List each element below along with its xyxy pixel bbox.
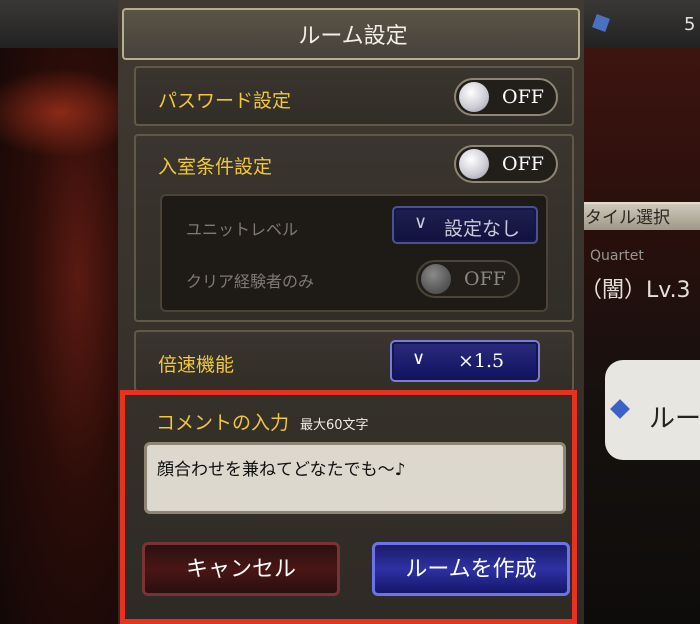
- tile-select-tab[interactable]: タイル選択: [575, 202, 700, 230]
- speed-value: ×1.5: [458, 350, 505, 372]
- comment-label: コメントの入力: [156, 412, 290, 434]
- toggle-state: OFF: [502, 86, 544, 108]
- toggle-state: OFF: [464, 268, 506, 290]
- comment-input[interactable]: 顔合わせを兼ねてどなたでも〜♪: [144, 442, 566, 514]
- clear-only-label: クリア経験者のみ: [186, 272, 315, 291]
- unit-level-value: 設定なし: [444, 218, 521, 240]
- create-room-button[interactable]: ルームを作成: [372, 542, 570, 596]
- password-setting-panel: パスワード設定 OFF: [134, 66, 574, 126]
- entry-conditions-subpanel: ユニットレベル ∨ 設定なし クリア経験者のみ OFF: [160, 194, 548, 312]
- comment-value: 顔合わせを兼ねてどなたでも〜♪: [157, 460, 406, 480]
- unit-level-select[interactable]: ∨ 設定なし: [392, 206, 538, 244]
- comment-limit: 最大60文字: [300, 418, 369, 433]
- password-setting-label: パスワード設定: [158, 90, 292, 112]
- quest-subtitle: Quartet: [590, 248, 644, 264]
- character-artwork: [0, 48, 140, 624]
- room-card-label: ルー: [649, 404, 700, 434]
- chevron-down-icon: ∨: [414, 212, 428, 233]
- dialog-title: ルーム設定: [298, 24, 408, 49]
- cancel-button[interactable]: キャンセル: [142, 542, 340, 596]
- entry-conditions-toggle[interactable]: OFF: [454, 145, 558, 183]
- speed-select[interactable]: ∨ ×1.5: [390, 340, 540, 382]
- right-panel-background: [570, 48, 700, 624]
- entry-conditions-panel: 入室条件設定 OFF ユニットレベル ∨ 設定なし クリア経験者のみ OFF: [134, 134, 574, 322]
- toggle-state: OFF: [502, 153, 544, 175]
- password-toggle[interactable]: OFF: [454, 78, 558, 116]
- dialog-header: ルーム設定: [122, 8, 580, 60]
- toggle-knob: [421, 264, 451, 294]
- toggle-knob: [459, 149, 489, 179]
- unit-level-label: ユニットレベル: [186, 220, 299, 239]
- quest-level: （闇）Lv.3: [580, 278, 691, 303]
- speed-label: 倍速機能: [158, 354, 235, 376]
- top-count: 5: [684, 14, 696, 35]
- speed-panel: 倍速機能 ∨ ×1.5: [134, 330, 574, 392]
- entry-conditions-label: 入室条件設定: [158, 156, 273, 178]
- room-settings-dialog: ルーム設定 パスワード設定 OFF 入室条件設定 OFF ユニットレベル ∨ 設…: [118, 0, 584, 624]
- chevron-down-icon: ∨: [412, 348, 426, 369]
- clear-only-toggle[interactable]: OFF: [416, 260, 520, 298]
- toggle-knob: [459, 82, 489, 112]
